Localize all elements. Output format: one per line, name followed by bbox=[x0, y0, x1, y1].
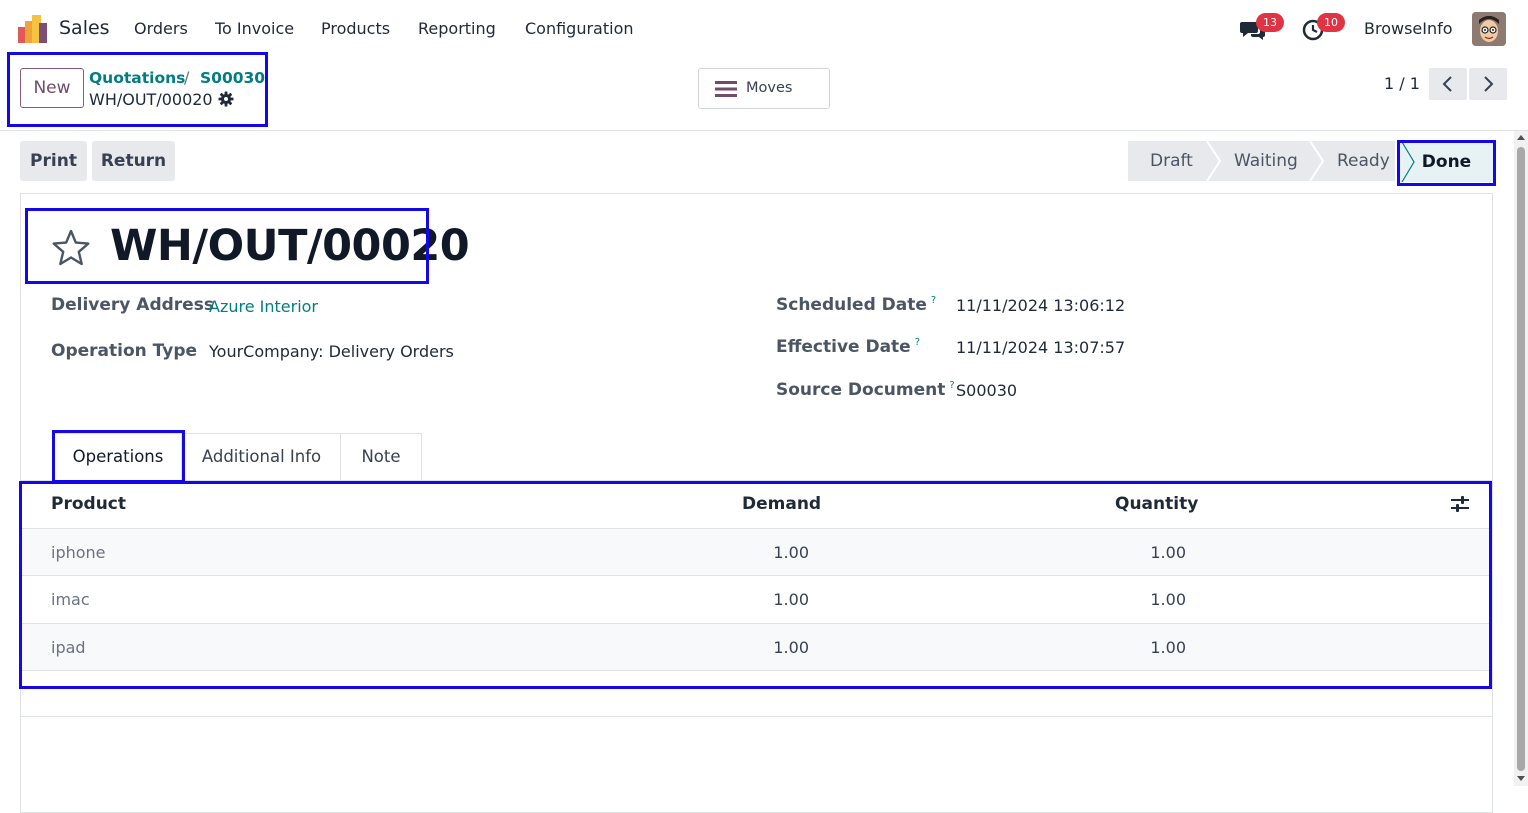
help-tooltip-icon[interactable]: ? bbox=[949, 380, 954, 391]
moves-smart-button[interactable]: Moves bbox=[698, 68, 830, 109]
sales-app-logo-icon[interactable] bbox=[18, 15, 48, 43]
star-icon[interactable] bbox=[51, 228, 91, 268]
menu-orders[interactable]: Orders bbox=[134, 19, 188, 38]
app-name[interactable]: Sales bbox=[59, 17, 110, 39]
scrollbar-thumb[interactable] bbox=[1517, 147, 1525, 771]
cell-product[interactable]: imac bbox=[51, 590, 90, 609]
column-demand[interactable]: Demand bbox=[742, 494, 821, 514]
help-tooltip-icon[interactable]: ? bbox=[931, 295, 936, 306]
top-navbar: Sales Orders To Invoice Products Reporti… bbox=[0, 0, 1528, 58]
label-delivery-address: Delivery Address bbox=[51, 295, 214, 315]
activities-count-badge: 10 bbox=[1317, 13, 1345, 32]
value-delivery-address[interactable]: Azure Interior bbox=[209, 297, 318, 316]
label-source-document-text: Source Document bbox=[776, 380, 946, 400]
tab-operations[interactable]: Operations bbox=[54, 433, 182, 480]
menu-to-invoice[interactable]: To Invoice bbox=[215, 19, 294, 38]
chevron-left-icon bbox=[1442, 76, 1452, 92]
cell-demand[interactable]: 1.00 bbox=[773, 638, 809, 657]
value-scheduled-date[interactable]: 11/11/2024 13:06:12 bbox=[956, 296, 1125, 315]
user-name[interactable]: BrowseInfo bbox=[1364, 19, 1453, 38]
breadcrumb-sale-order[interactable]: S00030 bbox=[200, 69, 265, 87]
table-row[interactable]: imac 1.00 1.00 bbox=[21, 575, 1490, 622]
label-scheduled-date: Scheduled Date? bbox=[776, 295, 936, 315]
stage-done-label: Done bbox=[1421, 152, 1472, 172]
cell-quantity[interactable]: 1.00 bbox=[1150, 638, 1186, 657]
table-row[interactable]: iphone 1.00 1.00 bbox=[21, 528, 1490, 575]
cell-demand[interactable]: 1.00 bbox=[773, 543, 809, 562]
stage-arrow-icon bbox=[1309, 141, 1325, 181]
column-product[interactable]: Product bbox=[51, 494, 126, 514]
label-scheduled-date-text: Scheduled Date bbox=[776, 295, 927, 315]
breadcrumb-quotations[interactable]: Quotations bbox=[89, 69, 185, 87]
bars-icon bbox=[715, 81, 737, 97]
cell-demand[interactable]: 1.00 bbox=[773, 590, 809, 609]
label-effective-date: Effective Date? bbox=[776, 337, 920, 357]
tab-additional-info[interactable]: Additional Info bbox=[182, 433, 341, 480]
breadcrumb-separator: / bbox=[184, 68, 190, 87]
label-source-document: Source Document? bbox=[776, 380, 955, 400]
scroll-down-arrow-icon[interactable] bbox=[1517, 776, 1525, 781]
value-effective-date: 11/11/2024 13:07:57 bbox=[956, 338, 1126, 357]
value-operation-type[interactable]: YourCompany: Delivery Orders bbox=[209, 342, 454, 361]
menu-configuration[interactable]: Configuration bbox=[525, 19, 634, 38]
print-button[interactable]: Print bbox=[20, 141, 87, 181]
tabs-divider bbox=[21, 480, 1492, 481]
return-button[interactable]: Return bbox=[92, 141, 175, 181]
stage-done[interactable]: Done bbox=[1399, 142, 1494, 182]
messages-count-badge: 13 bbox=[1256, 13, 1284, 32]
breadcrumb-current-record: WH/OUT/00020 bbox=[89, 90, 213, 109]
menu-reporting[interactable]: Reporting bbox=[418, 19, 496, 38]
value-source-document[interactable]: S00030 bbox=[956, 381, 1017, 400]
stage-draft[interactable]: Draft bbox=[1150, 141, 1193, 181]
gear-icon[interactable] bbox=[218, 91, 234, 107]
menu-products[interactable]: Products bbox=[321, 19, 390, 38]
status-bar: Draft Waiting Ready bbox=[1128, 141, 1395, 181]
optional-columns-icon[interactable] bbox=[1451, 496, 1469, 512]
label-effective-date-text: Effective Date bbox=[776, 337, 911, 357]
cell-product[interactable]: ipad bbox=[51, 638, 86, 657]
column-quantity[interactable]: Quantity bbox=[1115, 494, 1198, 514]
chevron-right-icon bbox=[1484, 76, 1494, 92]
label-operation-type: Operation Type bbox=[51, 341, 198, 361]
cell-quantity[interactable]: 1.00 bbox=[1150, 590, 1186, 609]
stage-waiting[interactable]: Waiting bbox=[1234, 141, 1298, 181]
control-panel-divider bbox=[0, 130, 1528, 131]
pager-next-button[interactable] bbox=[1469, 68, 1507, 100]
table-row[interactable]: ipad 1.00 1.00 bbox=[21, 623, 1490, 670]
stage-arrow-icon bbox=[1206, 141, 1222, 181]
table-footer-divider bbox=[21, 716, 1492, 717]
stage-ready[interactable]: Ready bbox=[1337, 141, 1390, 181]
user-avatar[interactable] bbox=[1472, 12, 1506, 46]
record-title: WH/OUT/00020 bbox=[110, 221, 470, 271]
new-button[interactable]: New bbox=[20, 68, 84, 108]
table-bottom-border bbox=[21, 670, 1490, 671]
scroll-up-arrow-icon[interactable] bbox=[1517, 135, 1525, 140]
tab-note[interactable]: Note bbox=[340, 433, 422, 480]
cell-product[interactable]: iphone bbox=[51, 543, 106, 562]
pager-previous-button[interactable] bbox=[1429, 68, 1467, 100]
cell-quantity[interactable]: 1.00 bbox=[1150, 543, 1186, 562]
pager-value[interactable]: 1 / 1 bbox=[1384, 74, 1420, 93]
page-scrollbar[interactable] bbox=[1514, 131, 1528, 786]
help-tooltip-icon[interactable]: ? bbox=[915, 337, 920, 348]
moves-label: Moves bbox=[746, 80, 793, 96]
stage-arrow-icon bbox=[1401, 142, 1415, 182]
avatar-face-icon bbox=[1472, 12, 1506, 46]
